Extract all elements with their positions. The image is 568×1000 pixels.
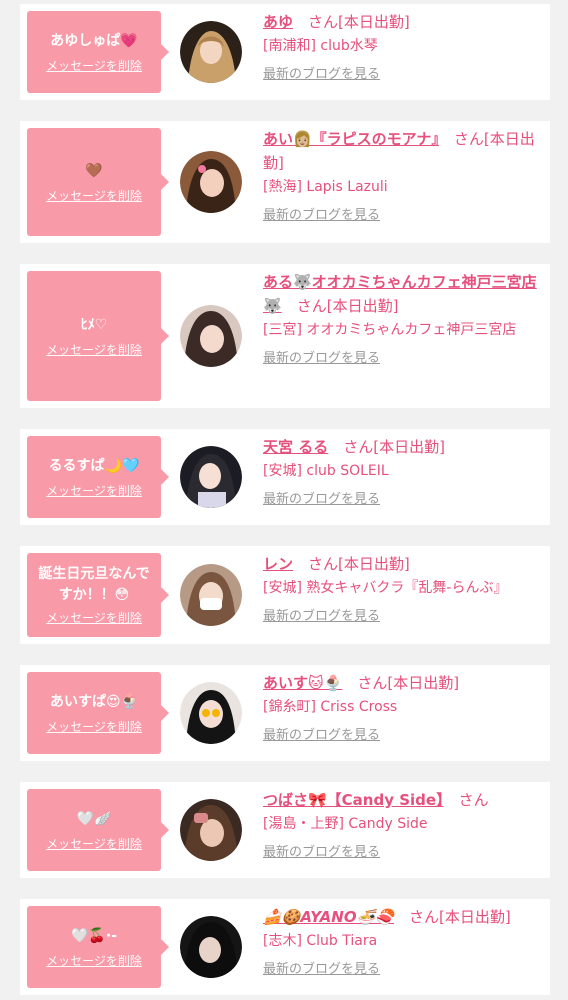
list-item: 🤎 メッセージを削除 あい👩🏼『ラピスのモアナ』 さん[本日出勤] [熱海] L… xyxy=(20,121,550,243)
message-text: 🤎 xyxy=(85,162,103,179)
honorific: さん xyxy=(453,130,484,148)
shop-info: [志木] Club Tiara xyxy=(263,929,545,953)
shop-info: [南浦和] club水琴 xyxy=(263,34,545,58)
latest-blog-link[interactable]: 最新のブログを見る xyxy=(263,727,380,745)
message-bubble: ﾋﾒ♡ メッセージを削除 xyxy=(27,271,169,401)
message-bubble: 🤎 メッセージを削除 xyxy=(27,128,169,236)
delete-message-link[interactable]: メッセージを削除 xyxy=(46,953,142,969)
shop-name: Criss Cross xyxy=(320,699,398,715)
shop-name: Club Tiara xyxy=(306,933,378,949)
shop-area: [南浦和] xyxy=(263,38,316,54)
status-badge: [本日出勤] xyxy=(338,13,410,31)
shop-name: Candy Side xyxy=(348,816,428,832)
avatar[interactable] xyxy=(180,151,242,213)
avatar[interactable] xyxy=(180,564,242,626)
message-text: ﾋﾒ♡ xyxy=(80,316,108,333)
delete-message-link[interactable]: メッセージを削除 xyxy=(46,836,142,852)
message-bubble: 誕生日元旦なんですか！！😳 メッセージを削除 xyxy=(27,553,169,637)
list-item: 🤍🪽 メッセージを削除 つばさ🎀【Candy Side】 さん [湯島・上野] … xyxy=(20,782,550,878)
shop-area: [錦糸町] xyxy=(263,699,316,715)
shop-info: [湯島・上野] Candy Side xyxy=(263,812,545,836)
list-item: あいすぱ😍🍨 メッセージを削除 あいす🐱🍨 さん[本日出勤] [錦糸町] Cri… xyxy=(20,665,550,761)
girl-name-link[interactable]: あい👩🏼『ラピスのモアナ』 xyxy=(263,130,439,148)
avatar[interactable] xyxy=(180,305,242,367)
status-badge: [本日出勤] xyxy=(338,555,410,573)
girl-name-link[interactable]: つばさ🎀【Candy Side】 xyxy=(263,791,444,809)
latest-blog-link[interactable]: 最新のブログを見る xyxy=(263,491,380,509)
latest-blog-link[interactable]: 最新のブログを見る xyxy=(263,608,380,626)
message-text: あいすぱ😍🍨 xyxy=(49,693,139,710)
honorific: さん xyxy=(296,297,327,315)
honorific: さん xyxy=(408,908,439,926)
message-bubble: 🤍🍒·- メッセージを削除 xyxy=(27,906,169,988)
honorific: さん xyxy=(458,791,489,809)
delete-message-link[interactable]: メッセージを削除 xyxy=(46,188,142,204)
shop-name: club水琴 xyxy=(320,38,378,54)
girl-name-link[interactable]: レン xyxy=(263,555,293,573)
honorific: さん xyxy=(308,13,339,31)
shop-name: オオカミちゃんカフェ神戸三宮店 xyxy=(306,322,517,338)
message-text: 🤍🪽 xyxy=(76,810,112,827)
avatar[interactable] xyxy=(180,21,242,83)
avatar[interactable] xyxy=(180,916,242,978)
delete-message-link[interactable]: メッセージを削除 xyxy=(46,483,142,499)
message-text: 誕生日元旦なんですか！！😳 xyxy=(38,566,150,603)
latest-blog-link[interactable]: 最新のブログを見る xyxy=(263,66,380,84)
honorific: さん xyxy=(308,555,339,573)
girl-name-link[interactable]: 天宮 るる xyxy=(263,438,328,456)
shop-area: [三宮] xyxy=(263,322,302,338)
avatar[interactable] xyxy=(180,799,242,861)
shop-info: [熱海] Lapis Lazuli xyxy=(263,175,545,199)
latest-blog-link[interactable]: 最新のブログを見る xyxy=(263,350,380,368)
shop-area: [安城] xyxy=(263,580,302,596)
honorific: さん xyxy=(357,674,388,692)
shop-info: [安城] 熟女キャバクラ『乱舞-らんぶ』 xyxy=(263,576,545,600)
shop-info: [安城] club SOLEIL xyxy=(263,459,545,483)
shop-name: Lapis Lazuli xyxy=(306,179,388,195)
shop-name: 熟女キャバクラ『乱舞-らんぶ』 xyxy=(306,580,508,596)
message-bubble: あゆしゅぱ💗 メッセージを削除 xyxy=(27,11,169,93)
shop-area: [湯島・上野] xyxy=(263,816,344,832)
girl-name-link[interactable]: 🍰🍪AYANO🍜🍣 xyxy=(263,908,394,926)
list-item: 誕生日元旦なんですか！！😳 メッセージを削除 レン さん[本日出勤] [安城] … xyxy=(20,546,550,644)
shop-area: [志木] xyxy=(263,933,302,949)
list-item: あゆしゅぱ💗 メッセージを削除 あゆ さん[本日出勤] [南浦和] club水琴… xyxy=(20,4,550,100)
delete-message-link[interactable]: メッセージを削除 xyxy=(46,58,142,74)
delete-message-link[interactable]: メッセージを削除 xyxy=(46,610,142,626)
avatar[interactable] xyxy=(180,682,242,744)
avatar[interactable] xyxy=(180,446,242,508)
latest-blog-link[interactable]: 最新のブログを見る xyxy=(263,961,380,979)
honorific: さん xyxy=(343,438,374,456)
shop-info: [三宮] オオカミちゃんカフェ神戸三宮店 xyxy=(263,318,545,342)
message-text: るるすぱ🌙🩵 xyxy=(48,457,140,474)
message-bubble: あいすぱ😍🍨 メッセージを削除 xyxy=(27,672,169,754)
shop-area: [熱海] xyxy=(263,179,302,195)
girl-name-link[interactable]: あいす🐱🍨 xyxy=(263,674,342,692)
list-item: るるすぱ🌙🩵 メッセージを削除 天宮 るる さん[本日出勤] [安城] club… xyxy=(20,429,550,525)
message-text: 🤍🍒·- xyxy=(71,927,117,944)
latest-blog-link[interactable]: 最新のブログを見る xyxy=(263,207,380,225)
delete-message-link[interactable]: メッセージを削除 xyxy=(46,719,142,735)
status-badge: [本日出勤] xyxy=(326,297,399,315)
list-item: 🤍🍒·- メッセージを削除 🍰🍪AYANO🍜🍣 さん[本日出勤] [志木] Cl… xyxy=(20,899,550,995)
message-bubble: 🤍🪽 メッセージを削除 xyxy=(27,789,169,871)
message-text: あゆしゅぱ💗 xyxy=(50,32,138,49)
delete-message-link[interactable]: メッセージを削除 xyxy=(46,342,142,358)
shop-area: [安城] xyxy=(263,463,302,479)
status-badge: [本日出勤] xyxy=(387,674,460,692)
girl-name-link[interactable]: あゆ xyxy=(263,13,293,31)
message-bubble: るるすぱ🌙🩵 メッセージを削除 xyxy=(27,436,169,518)
message-list: あゆしゅぱ💗 メッセージを削除 あゆ さん[本日出勤] [南浦和] club水琴… xyxy=(0,0,568,1000)
latest-blog-link[interactable]: 最新のブログを見る xyxy=(263,844,380,862)
status-badge: [本日出勤] xyxy=(438,908,511,926)
shop-info: [錦糸町] Criss Cross xyxy=(263,695,545,719)
status-badge: [本日出勤] xyxy=(373,438,445,456)
list-item: ﾋﾒ♡ メッセージを削除 ある🐺オオカミちゃんカフェ神戸三宮店🐺 さん[本日出勤… xyxy=(20,264,550,408)
shop-name: club SOLEIL xyxy=(306,463,389,479)
